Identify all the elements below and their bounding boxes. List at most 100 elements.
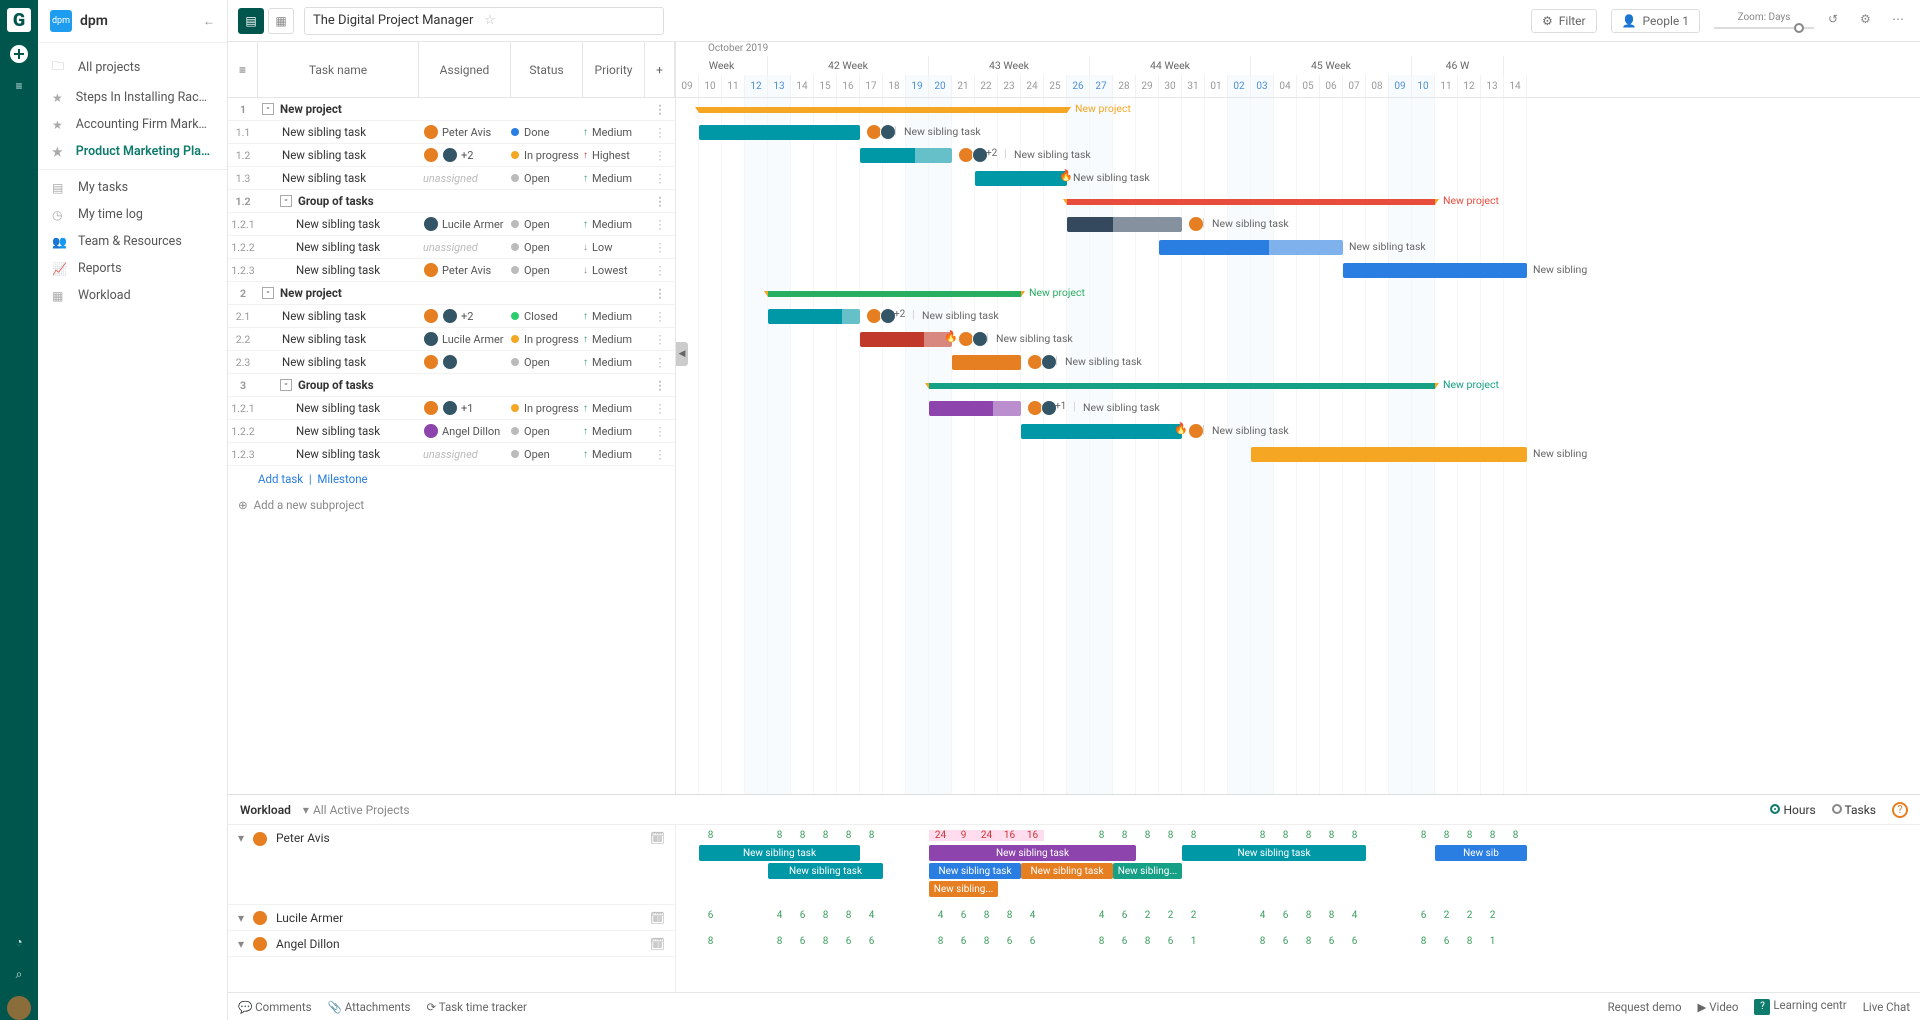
filter-button[interactable]: ⚙Filter	[1531, 9, 1597, 33]
workload-bar[interactable]: New sibling task	[699, 845, 860, 861]
task-bar[interactable]	[1067, 217, 1182, 232]
add-icon[interactable]	[9, 44, 29, 64]
nav-my-tasks[interactable]: ▤My tasks	[38, 174, 227, 201]
row-menu-icon[interactable]: ⋮	[645, 401, 675, 415]
workload-bar[interactable]: New sibling...	[929, 881, 998, 897]
mode-hours[interactable]: Hours	[1770, 803, 1815, 817]
task-row[interactable]: 1.2.1New sibling task+1In progress↑Mediu…	[228, 397, 675, 420]
zoom-slider[interactable]: Zoom: Days	[1714, 12, 1814, 29]
menu-icon[interactable]: ≡	[9, 76, 29, 96]
row-menu-icon[interactable]: ⋮	[645, 355, 675, 369]
view-board[interactable]: ▦	[268, 8, 294, 34]
row-menu-icon[interactable]: ⋮	[645, 240, 675, 254]
task-bar[interactable]	[952, 355, 1021, 370]
row-menu-icon[interactable]: ⋮	[645, 125, 675, 139]
task-bar[interactable]	[768, 309, 860, 324]
group-row[interactable]: 2- New project⋮	[228, 282, 675, 305]
history-icon[interactable]: ↺	[1828, 12, 1846, 30]
add-task-link[interactable]: Add task	[258, 472, 303, 486]
workload-bar[interactable]: New sibling task	[1021, 863, 1113, 879]
back-icon[interactable]: ←	[203, 14, 215, 28]
group-row[interactable]: 3- Group of tasks⋮	[228, 374, 675, 397]
group-row[interactable]: 1.2- Group of tasks⋮	[228, 190, 675, 213]
attachments-link[interactable]: 📎 Attachments	[328, 1000, 411, 1014]
row-menu-icon[interactable]: ⋮	[645, 309, 675, 323]
expand-icon[interactable]: ▾	[238, 937, 244, 951]
row-menu-icon[interactable]: ⋮	[645, 263, 675, 277]
starred-project[interactable]: ★Accounting Firm Marketing...	[38, 111, 227, 138]
group-range-bar[interactable]	[929, 383, 1435, 389]
expand-icon[interactable]: -	[262, 287, 274, 299]
filter-column-icon[interactable]: ≡	[228, 42, 258, 97]
group-range-bar[interactable]	[1067, 199, 1435, 205]
workload-bar[interactable]: New sibling task	[768, 863, 883, 879]
row-menu-icon[interactable]: ⋮	[645, 217, 675, 231]
expand-icon[interactable]: ▾	[238, 911, 244, 925]
group-range-bar[interactable]	[699, 107, 1067, 113]
row-menu-icon[interactable]: ⋮	[645, 171, 675, 185]
nav-workload[interactable]: ▦Workload	[38, 282, 227, 309]
task-row[interactable]: 2.1New sibling task+2Closed↑Medium⋮	[228, 305, 675, 328]
workload-person-row[interactable]: ▾Peter Avis🗓	[228, 825, 675, 905]
expand-icon[interactable]: -	[280, 195, 292, 207]
tracker-link[interactable]: ⟳ Task time tracker	[427, 1000, 527, 1014]
settings-icon[interactable]: ⚙	[1860, 12, 1878, 30]
task-bar[interactable]	[1251, 447, 1527, 462]
collapse-grid-icon[interactable]: ◀	[676, 342, 688, 366]
task-row[interactable]: 1.2.2New sibling taskAngel DillonOpen↑Me…	[228, 420, 675, 443]
row-menu-icon[interactable]: ⋮	[645, 447, 675, 461]
workload-bar[interactable]: New sibling...	[1113, 863, 1182, 879]
add-column-icon[interactable]: +	[645, 42, 675, 97]
add-milestone-link[interactable]: Milestone	[317, 472, 367, 486]
task-bar[interactable]	[1159, 240, 1343, 255]
task-bar[interactable]	[1021, 424, 1182, 439]
task-bar[interactable]	[929, 401, 1021, 416]
starred-project[interactable]: ★Product Marketing Plan Te...	[38, 138, 227, 165]
calendar-icon[interactable]: 🗓	[650, 937, 665, 951]
row-menu-icon[interactable]: ⋮	[645, 194, 675, 208]
bell-icon[interactable]: ◔	[9, 932, 29, 952]
col-assigned[interactable]: Assigned	[419, 42, 511, 97]
task-bar[interactable]	[975, 171, 1067, 186]
row-menu-icon[interactable]: ⋮	[645, 424, 675, 438]
calendar-icon[interactable]: 🗓	[650, 831, 665, 845]
task-row[interactable]: 1.3New sibling taskunassignedOpen↑Medium…	[228, 167, 675, 190]
task-bar[interactable]	[860, 332, 952, 347]
add-subproject-icon[interactable]: ⊕	[238, 498, 248, 512]
workload-bar[interactable]: New sibling task	[1182, 845, 1366, 861]
comments-link[interactable]: 💬 Comments	[238, 1000, 312, 1014]
task-row[interactable]: 1.2New sibling task+2In progress↑Highest…	[228, 144, 675, 167]
workload-filter[interactable]: ▾ All Active Projects	[303, 803, 410, 817]
video-link[interactable]: ▶ Video	[1698, 1000, 1739, 1014]
star-icon[interactable]: ☆	[484, 13, 655, 28]
workload-person-row[interactable]: ▾Angel Dillon🗓	[228, 931, 675, 957]
project-title-input[interactable]: The Digital Project Manager ☆	[304, 7, 664, 35]
row-menu-icon[interactable]: ⋮	[645, 148, 675, 162]
expand-icon[interactable]: -	[262, 103, 274, 115]
nav-reports[interactable]: 📈Reports	[38, 255, 227, 282]
task-row[interactable]: 1.2.3New sibling taskPeter AvisOpen↓Lowe…	[228, 259, 675, 282]
task-row[interactable]: 2.3New sibling taskOpen↑Medium⋮	[228, 351, 675, 374]
col-priority[interactable]: Priority	[583, 42, 645, 97]
request-demo[interactable]: Request demo	[1608, 1000, 1682, 1014]
workload-bar[interactable]: New sibling task	[929, 845, 1136, 861]
col-name[interactable]: Task name	[258, 42, 419, 97]
expand-icon[interactable]: -	[280, 379, 292, 391]
search-icon[interactable]: ⌕	[9, 964, 29, 984]
all-projects[interactable]: 🗀 All projects	[38, 51, 227, 84]
task-row[interactable]: 1.1New sibling taskPeter AvisDone↑Medium…	[228, 121, 675, 144]
task-bar[interactable]	[1343, 263, 1527, 278]
task-row[interactable]: 1.2.3New sibling taskunassignedOpen↑Medi…	[228, 443, 675, 466]
workload-person-row[interactable]: ▾Lucile Armer🗓	[228, 905, 675, 931]
nav-my-time-log[interactable]: ◷My time log	[38, 201, 227, 228]
help-icon[interactable]: ?	[1892, 802, 1908, 818]
workload-bar[interactable]: New sibling task	[929, 863, 1021, 879]
expand-icon[interactable]: ▾	[238, 831, 244, 845]
more-icon[interactable]: ⋯	[1892, 12, 1910, 30]
task-row[interactable]: 2.2New sibling taskLucile ArmerIn progre…	[228, 328, 675, 351]
people-button[interactable]: 👤People 1	[1611, 9, 1700, 33]
task-row[interactable]: 1.2.2New sibling taskunassignedOpen↓Low⋮	[228, 236, 675, 259]
workspace-header[interactable]: dpm dpm ←	[38, 0, 227, 43]
livechat-link[interactable]: Live Chat	[1863, 1000, 1910, 1014]
view-gantt[interactable]: ▤	[238, 8, 264, 34]
